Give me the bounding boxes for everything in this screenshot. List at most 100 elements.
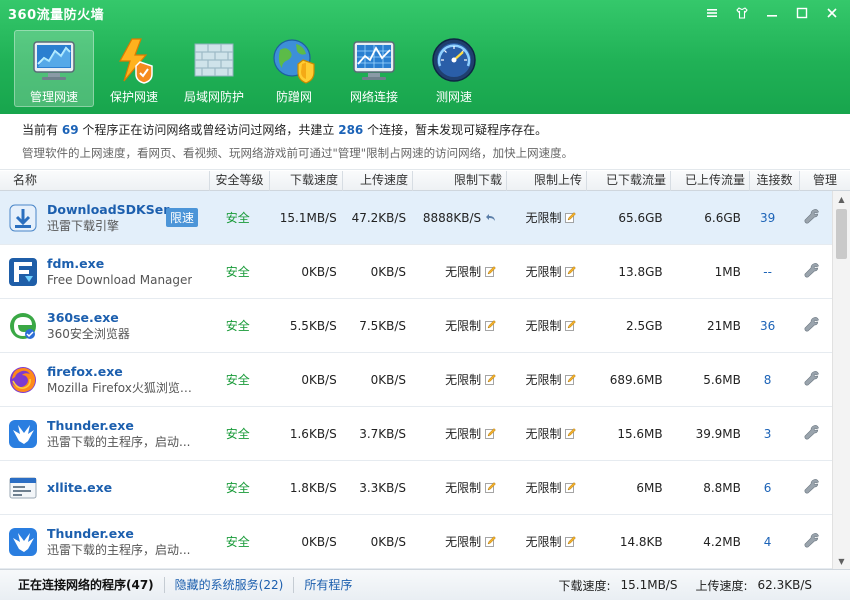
table-row[interactable]: DownloadSDKSer... 迅雷下载引擎 限速 安全 15.1MB/S 47.2K… [0,191,832,245]
manage-button[interactable] [792,316,832,335]
connection-count[interactable]: -- [743,265,793,279]
connection-count[interactable]: 39 [743,211,793,225]
manage-button[interactable] [792,262,832,281]
limit-download[interactable]: 无限制 [409,317,502,334]
scroll-thumb[interactable] [836,209,847,259]
program-name[interactable]: firefox.exe [47,363,197,380]
edit-icon[interactable] [485,320,497,331]
undo-icon[interactable] [485,212,496,223]
tool-anti-leech[interactable]: 防蹭网 [254,30,334,107]
col-limit-upload[interactable]: 限制上传 [507,171,587,191]
thunder-icon [9,419,37,448]
tab-connected-programs[interactable]: 正在连接网络的程序(47) [0,570,164,600]
program-name[interactable]: 360se.exe [47,309,130,326]
program-name[interactable]: DownloadSDKSer... [47,201,182,218]
edit-icon[interactable] [565,374,577,385]
edit-icon[interactable] [565,482,577,493]
edit-icon[interactable] [565,212,577,223]
limit-upload[interactable]: 无限制 [502,263,581,280]
table-row[interactable]: 360se.exe 360安全浏览器 安全 5.5KB/S 7.5KB/S 无限制 无限制 2… [0,299,832,353]
connection-count[interactable]: 4 [743,535,793,549]
manage-button[interactable] [792,424,832,443]
wrench-icon[interactable] [804,262,820,278]
tool-label: 防蹭网 [275,90,312,104]
edit-icon[interactable] [485,428,497,439]
scroll-up-icon[interactable]: ▲ [833,191,850,207]
limit-download[interactable]: 无限制 [409,479,502,496]
limit-download[interactable]: 无限制 [409,533,502,550]
edit-icon[interactable] [565,320,577,331]
wrench-icon[interactable] [804,316,820,332]
table-row[interactable]: firefox.exe Mozilla Firefox火狐浏览器... 安全 0KB/… [0,353,832,407]
limit-upload[interactable]: 无限制 [502,317,581,334]
edit-icon[interactable] [485,374,497,385]
col-download-speed[interactable]: 下载速度 [270,171,343,191]
col-uploaded[interactable]: 已上传流量 [671,171,750,191]
program-text: DownloadSDKSer... 迅雷下载引擎 [47,201,182,235]
program-description: 迅雷下载引擎 [47,218,120,233]
col-name[interactable]: 名称 [0,171,210,191]
uploaded-traffic: 5.6MB [703,372,741,387]
minimize-icon[interactable] [762,3,782,23]
tab-all-programs[interactable]: 所有程序 [294,570,362,600]
col-downloaded[interactable]: 已下载流量 [587,171,671,191]
program-name[interactable]: xllite.exe [47,479,112,496]
wrench-icon[interactable] [804,424,820,440]
upload-speed: 0KB/S [370,264,407,279]
edit-icon[interactable] [565,536,577,547]
limit-upload[interactable]: 无限制 [502,479,581,496]
program-name[interactable]: fdm.exe [47,255,192,272]
connection-count[interactable]: 8 [743,373,793,387]
manage-button[interactable] [792,370,832,389]
skin-icon[interactable] [732,3,752,23]
upload-speed: 47.2KB/S [351,210,407,225]
edit-icon[interactable] [485,536,497,547]
edit-icon[interactable] [485,482,497,493]
limit-upload[interactable]: 无限制 [502,533,581,550]
connection-count[interactable]: 36 [743,319,793,333]
tool-lan-protect[interactable]: 局域网防护 [174,30,254,107]
manage-button[interactable] [792,532,832,551]
tool-protect-speed[interactable]: 保护网速 [94,30,174,107]
speed-summary: 下载速度: 15.1MB/S 上传速度: 62.3KB/S [558,577,850,594]
scroll-down-icon[interactable]: ▼ [833,553,850,569]
wrench-icon[interactable] [804,370,820,386]
edit-icon[interactable] [565,266,577,277]
manage-button[interactable] [792,478,832,497]
limit-upload[interactable]: 无限制 [502,425,581,442]
connection-count[interactable]: 6 [743,481,793,495]
limit-download[interactable]: 无限制 [409,425,502,442]
close-icon[interactable] [822,3,842,23]
tool-speed-test[interactable]: 测网速 [414,30,494,107]
maximize-icon[interactable] [792,3,812,23]
edit-icon[interactable] [485,266,497,277]
col-security[interactable]: 安全等级 [210,171,270,191]
col-connections[interactable]: 连接数 [750,171,800,191]
wrench-icon[interactable] [804,532,820,548]
col-upload-speed[interactable]: 上传速度 [343,171,413,191]
limit-upload[interactable]: 无限制 [502,371,581,388]
edit-icon[interactable] [565,428,577,439]
program-name[interactable]: Thunder.exe [47,417,190,434]
limit-upload[interactable]: 无限制 [502,209,581,226]
tool-manage-speed[interactable]: 管理网速 [14,30,94,107]
wrench-icon[interactable] [804,208,820,224]
table-row[interactable]: fdm.exe Free Download Manager 安全 0KB/S 0KB/S… [0,245,832,299]
connection-count[interactable]: 3 [743,427,793,441]
limit-download[interactable]: 无限制 [409,371,502,388]
wrench-icon[interactable] [804,478,820,494]
col-limit-download[interactable]: 限制下载 [413,171,507,191]
table-row[interactable]: Thunder.exe 迅雷下载的主程序，启动... 安全 0KB/S 0KB/S 无限制… [0,515,832,569]
manage-button[interactable] [792,208,832,227]
table-row[interactable]: xllite.exe 安全 1.8KB/S 3.3KB/S 无限制 无限制 6MB 8.8MB… [0,461,832,515]
menu-icon[interactable] [702,3,722,23]
vertical-scrollbar[interactable]: ▲ ▼ [832,191,850,569]
tool-network-connections[interactable]: 网络连接 [334,30,414,107]
limit-download[interactable]: 8888KB/S [409,211,502,225]
upload-speed: 0KB/S [370,372,407,387]
program-name[interactable]: Thunder.exe [47,525,190,542]
limit-download[interactable]: 无限制 [409,263,502,280]
tab-hidden-services[interactable]: 隐藏的系统服务(22) [165,570,294,600]
fdm-icon [9,257,37,286]
table-row[interactable]: Thunder.exe 迅雷下载的主程序，启动... 安全 1.6KB/S 3.7KB/… [0,407,832,461]
